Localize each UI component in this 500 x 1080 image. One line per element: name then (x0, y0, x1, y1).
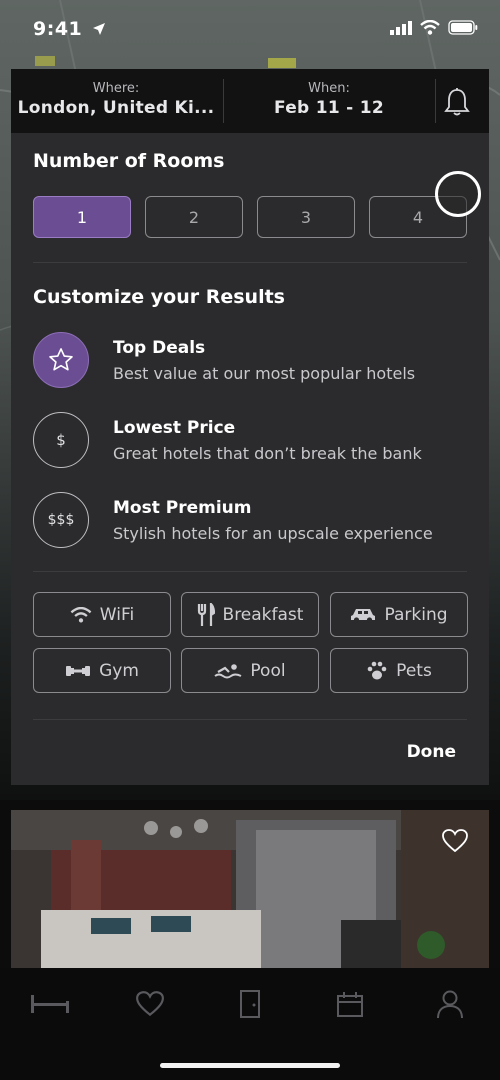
option-most-premium[interactable]: $$$ Most Premium Stylish hotels for an u… (33, 492, 467, 550)
wifi-status-icon (420, 20, 440, 35)
amenity-parking[interactable]: Parking (330, 592, 468, 637)
divider (33, 262, 467, 263)
room-option-3[interactable]: 3 (257, 196, 355, 238)
amenity-label: Gym (99, 660, 139, 681)
signal-icon (390, 20, 412, 35)
amenity-label: Pets (396, 660, 432, 681)
amenity-wifi[interactable]: WiFi (33, 592, 171, 637)
customize-title: Customize your Results (33, 286, 285, 308)
header-divider (435, 79, 436, 123)
option-top-deals[interactable]: Top Deals Best value at our most popular… (33, 332, 467, 390)
door-icon[interactable] (230, 988, 270, 1020)
favorite-heart-icon[interactable] (441, 828, 469, 854)
bed-icon[interactable] (30, 988, 70, 1020)
option-title: Top Deals (113, 338, 206, 358)
where-label: Where: (92, 81, 140, 96)
amenity-label: WiFi (99, 604, 135, 625)
touch-indicator (435, 171, 481, 217)
when-label: When: (308, 81, 350, 96)
header-divider (223, 79, 224, 123)
option-subtitle: Best value at our most popular hotels (113, 364, 416, 383)
heart-icon[interactable] (130, 988, 170, 1020)
fork-knife-icon (197, 602, 215, 626)
wifi-icon (70, 606, 92, 622)
battery-icon (448, 20, 478, 35)
hotel-card-image[interactable] (11, 810, 489, 970)
option-subtitle: Great hotels that don’t break the bank (113, 444, 422, 463)
user-icon[interactable] (430, 988, 470, 1020)
option-title: Lowest Price (113, 418, 236, 438)
home-indicator (160, 1063, 340, 1068)
status-icons (390, 20, 478, 35)
done-button[interactable]: Done (407, 742, 456, 762)
room-option-1[interactable]: 1 (33, 196, 131, 238)
amenity-label: Breakfast (222, 604, 304, 625)
calendar-icon[interactable] (330, 988, 370, 1020)
amenity-pool[interactable]: Pool (181, 648, 319, 693)
hotel-room-photo (11, 810, 489, 970)
amenity-gym[interactable]: Gym (33, 648, 171, 693)
divider (33, 719, 467, 720)
option-title: Most Premium (113, 498, 252, 518)
where-value: London, United Ki... (17, 98, 215, 118)
amenity-label: Parking (384, 604, 448, 625)
swimmer-icon (214, 663, 242, 678)
when-field[interactable]: When: Feb 11 - 12 (225, 81, 433, 118)
status-time: 9:41 (33, 18, 106, 40)
amenity-pets[interactable]: Pets (330, 648, 468, 693)
room-option-2[interactable]: 2 (145, 196, 243, 238)
search-header: Where: London, United Ki... When: Feb 11… (11, 69, 489, 133)
rooms-title: Number of Rooms (33, 150, 225, 172)
option-subtitle: Stylish hotels for an upscale experience (113, 524, 433, 543)
star-icon (33, 332, 89, 388)
option-lowest-price[interactable]: $ Lowest Price Great hotels that don’t b… (33, 412, 467, 470)
location-arrow-icon (93, 23, 106, 35)
amenity-label: Pool (250, 660, 286, 681)
bell-icon[interactable] (443, 87, 473, 117)
when-value: Feb 11 - 12 (273, 98, 385, 118)
where-field[interactable]: Where: London, United Ki... (11, 81, 221, 118)
amenity-breakfast[interactable]: Breakfast (181, 592, 319, 637)
paw-icon (367, 661, 387, 679)
dollar-icon: $ (33, 412, 89, 468)
dumbbell-icon (66, 665, 91, 676)
triple-dollar-icon: $$$ (33, 492, 89, 548)
divider (33, 571, 467, 572)
car-icon (351, 608, 376, 623)
